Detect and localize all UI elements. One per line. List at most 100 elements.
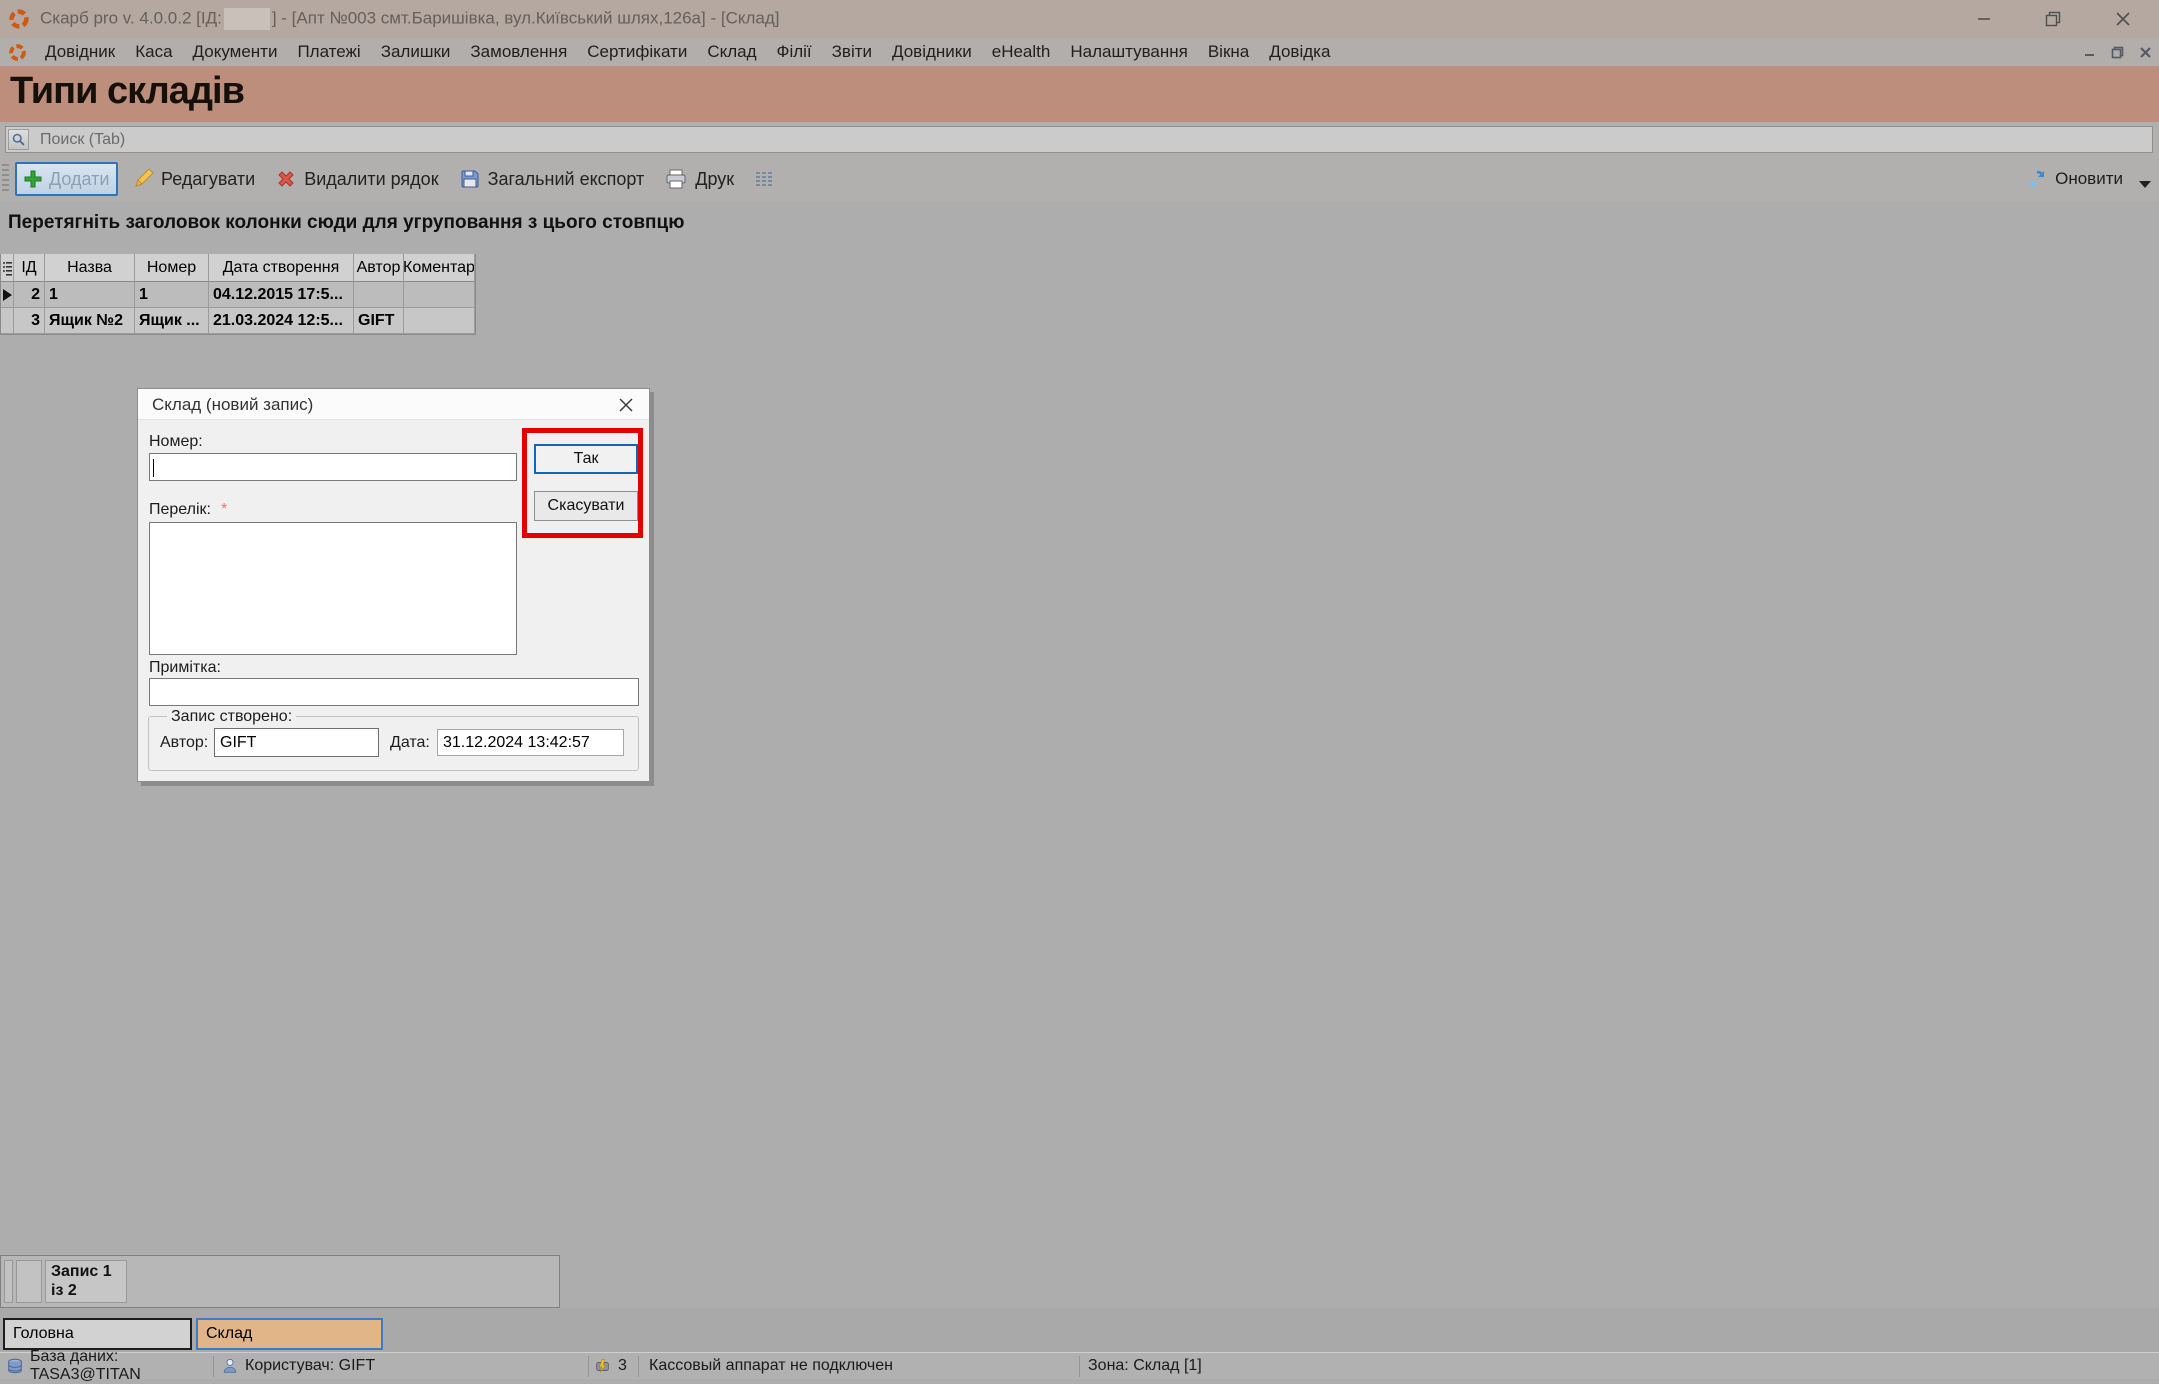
column-chooser-button[interactable]	[744, 161, 784, 197]
search-input[interactable]	[6, 127, 2152, 152]
cell-created: 04.12.2015 17:5...	[209, 282, 354, 308]
plus-icon	[23, 169, 43, 189]
column-header-number[interactable]: Номер	[135, 254, 209, 282]
toolbar-grip[interactable]	[2, 164, 9, 194]
delete-row-button[interactable]: Видалити рядок	[265, 161, 448, 197]
note-label: Примітка:	[149, 659, 221, 677]
edit-button[interactable]: Редагувати	[122, 161, 265, 197]
menu-vikna[interactable]: Вікна	[1198, 38, 1259, 66]
column-header-id[interactable]: ІД	[14, 254, 45, 282]
navigator-button[interactable]	[16, 1260, 42, 1303]
menu-zalyshky[interactable]: Залишки	[371, 38, 461, 66]
add-button[interactable]: Додати	[15, 162, 118, 196]
column-header-comment[interactable]: Коментар	[404, 254, 475, 282]
toolbar: Додати Редагувати Видалити рядок Загальн…	[0, 157, 2159, 201]
export-button-label: Загальний експорт	[488, 169, 645, 190]
cancel-button[interactable]: Скасувати	[534, 491, 638, 521]
columns-icon	[754, 169, 774, 189]
table-row[interactable]: 3 Ящик №2 Ящик ... 21.03.2024 12:5... GI…	[1, 308, 475, 334]
row-indicator	[1, 308, 14, 334]
window-title: Скарб pro v. 4.0.0.2 [ІД:] - [Апт №003 с…	[40, 8, 780, 30]
menu-filii[interactable]: Філії	[767, 38, 822, 66]
created-groupbox-label: Запис створено:	[167, 708, 296, 726]
created-groupbox: Запис створено: Автор: Дата:	[148, 716, 639, 771]
date-label: Дата:	[390, 734, 430, 752]
ok-button[interactable]: Так	[534, 444, 638, 474]
column-header-created[interactable]: Дата створення	[209, 254, 354, 282]
menu-sertyfikaty[interactable]: Сертифікати	[577, 38, 697, 66]
pencil-icon	[132, 168, 154, 190]
menu-sklad[interactable]: Склад	[697, 38, 766, 66]
status-cash-label: Кассовый аппарат не подключен	[649, 1357, 893, 1375]
date-input[interactable]	[437, 729, 624, 756]
status-count-label: 3	[618, 1357, 627, 1375]
warehouse-types-grid: ІД Назва Номер Дата створення Автор Коме…	[0, 254, 476, 335]
column-header-author[interactable]: Автор	[354, 254, 404, 282]
author-input[interactable]	[214, 728, 379, 757]
bottom-tab-strip: Головна Склад	[0, 1308, 2159, 1352]
dialog-close-icon[interactable]	[617, 396, 635, 414]
mdi-close-button[interactable]	[2132, 40, 2158, 64]
window-close-button[interactable]	[2108, 6, 2138, 32]
user-icon	[221, 1357, 239, 1375]
table-row[interactable]: 2 1 1 04.12.2015 17:5...	[1, 282, 475, 308]
refresh-button[interactable]: Оновити	[2027, 169, 2159, 189]
menu-dokumenty[interactable]: Документи	[183, 38, 288, 66]
status-cash-register: Кассовый аппарат не подключен	[639, 1357, 1079, 1375]
redacted-id-box	[224, 8, 270, 30]
cell-name: 1	[45, 282, 135, 308]
menu-zvity[interactable]: Звіти	[822, 38, 882, 66]
grid-header-row: ІД Назва Номер Дата створення Автор Коме…	[1, 254, 475, 282]
dialog-titlebar: Склад (новий запис)	[138, 389, 649, 420]
tab-holovna[interactable]: Головна	[3, 1318, 192, 1350]
status-user-label: Користувач: GIFT	[245, 1357, 375, 1375]
menu-platezhi[interactable]: Платежі	[287, 38, 370, 66]
column-chooser-corner-icon[interactable]	[1, 254, 14, 282]
dialog-title: Склад (новий запис)	[152, 395, 313, 415]
status-device-count: 3	[589, 1357, 638, 1375]
cell-author: GIFT	[354, 308, 404, 334]
record-navigator: Запис 1 із 2	[0, 1255, 560, 1308]
floppy-icon	[459, 168, 481, 190]
list-textarea[interactable]	[149, 522, 517, 655]
menu-nalashtuvannia[interactable]: Налаштування	[1060, 38, 1198, 66]
mdi-minimize-button[interactable]	[2076, 40, 2102, 64]
print-button-label: Друк	[695, 169, 734, 190]
column-header-name[interactable]: Назва	[45, 254, 135, 282]
number-label: Номер:	[149, 433, 203, 451]
cell-number: Ящик ...	[135, 308, 209, 334]
number-input[interactable]	[149, 453, 517, 481]
navigator-grip	[4, 1260, 13, 1303]
cell-created: 21.03.2024 12:5...	[209, 308, 354, 334]
tab-sklad[interactable]: Склад	[196, 1318, 383, 1350]
menu-kasa[interactable]: Каса	[125, 38, 182, 66]
menu-app-logo-icon	[8, 43, 27, 62]
cell-number: 1	[135, 282, 209, 308]
page-title: Типи складів	[10, 70, 244, 113]
menu-zamovlennia[interactable]: Замовлення	[460, 38, 577, 66]
window-minimize-button[interactable]	[1969, 6, 1999, 32]
refresh-dropdown-arrow-icon[interactable]	[2139, 181, 2151, 188]
database-icon	[6, 1357, 24, 1375]
menu-dovidnyk[interactable]: Довідник	[35, 38, 125, 66]
new-record-dialog: Склад (новий запис) Номер: Перелік:* При…	[137, 388, 650, 782]
refresh-button-label: Оновити	[2055, 169, 2123, 189]
menu-ehealth[interactable]: eHealth	[982, 38, 1061, 66]
mdi-restore-button[interactable]	[2104, 40, 2130, 64]
search-row	[0, 122, 2159, 157]
text-caret	[153, 459, 154, 477]
menu-dovidnyky[interactable]: Довідники	[882, 38, 982, 66]
window-restore-button[interactable]	[2038, 6, 2068, 32]
note-input[interactable]	[149, 678, 639, 706]
menu-bar: Довідник Каса Документи Платежі Залишки …	[0, 38, 2159, 66]
refresh-icon	[2027, 169, 2047, 189]
app-logo-icon	[8, 8, 30, 30]
export-button[interactable]: Загальний експорт	[449, 161, 655, 197]
menu-dovidka[interactable]: Довідка	[1259, 38, 1340, 66]
search-box	[5, 126, 2153, 153]
edit-button-label: Редагувати	[161, 169, 255, 190]
search-icon[interactable]	[8, 129, 29, 150]
cell-author	[354, 282, 404, 308]
cell-id: 3	[14, 308, 45, 334]
print-button[interactable]: Друк	[654, 161, 744, 197]
